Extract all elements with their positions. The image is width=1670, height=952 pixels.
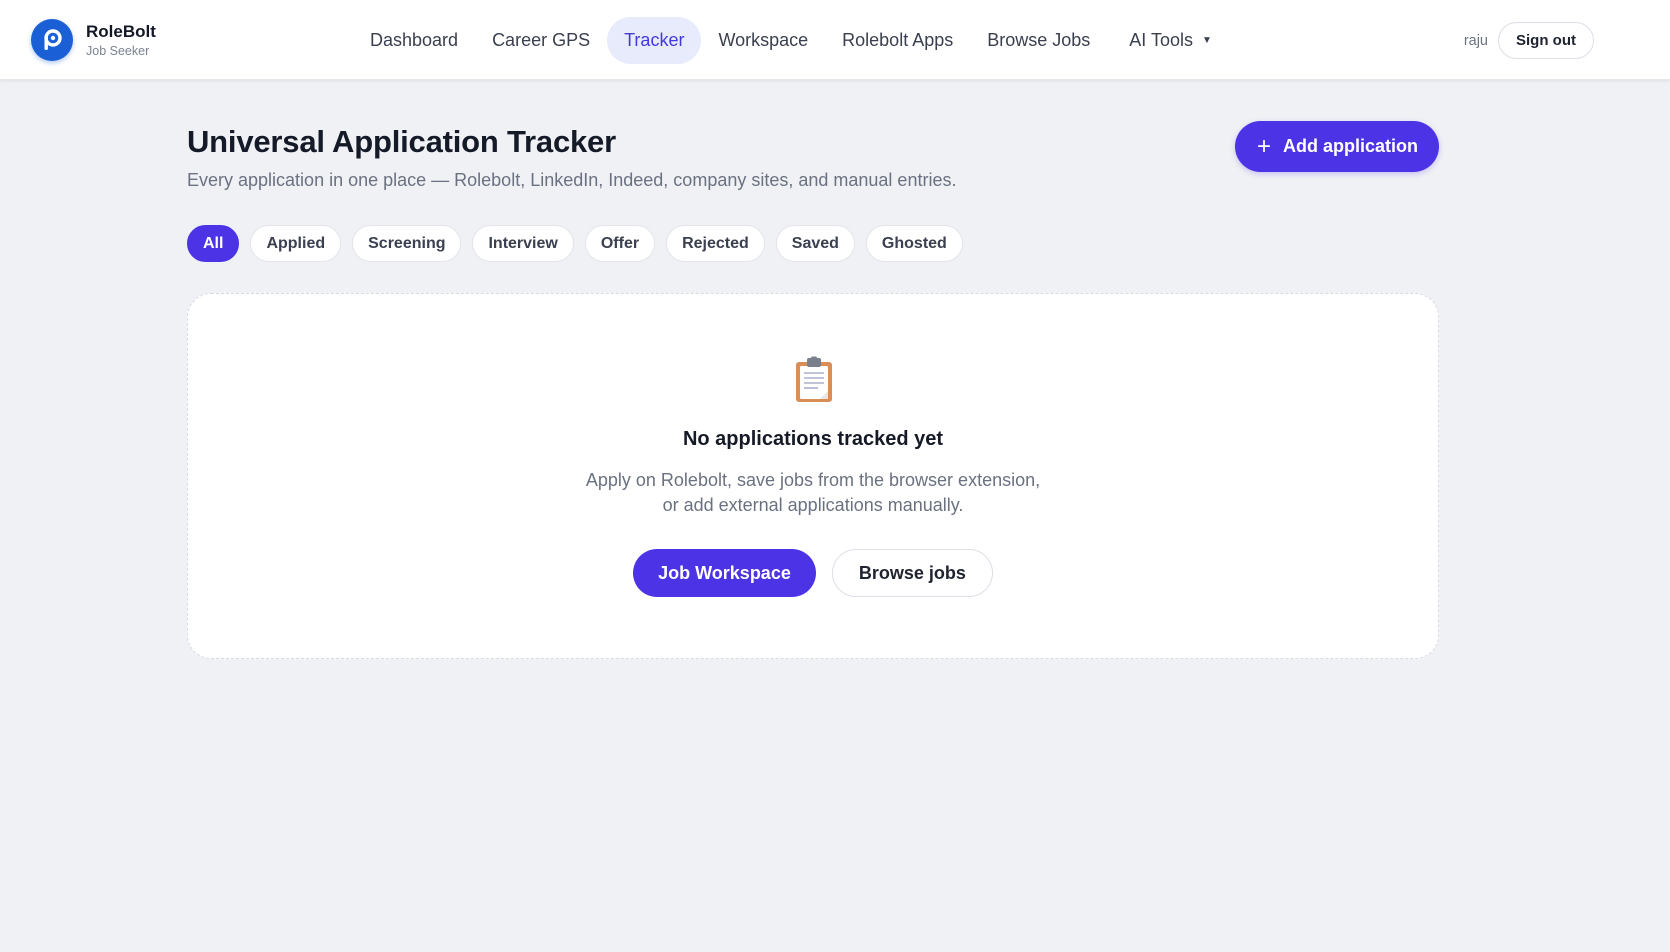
main-nav: Dashboard Career GPS Tracker Workspace R… [353,17,1229,64]
filter-chip-all[interactable]: All [187,225,240,262]
nav-item-ai-tools[interactable]: AI Tools ▼ [1112,17,1229,64]
brand[interactable]: RoleBolt Job Seeker [31,19,156,61]
filter-chip-interview[interactable]: Interview [472,225,574,262]
username: raju [1463,32,1488,49]
nav-item-workspace[interactable]: Workspace [701,17,825,64]
chevron-down-icon: ▼ [1201,35,1212,46]
filter-chip-offer[interactable]: Offer [584,225,656,262]
filter-chip-rejected[interactable]: Rejected [666,225,765,262]
nav-item-tracker[interactable]: Tracker [607,17,702,64]
filter-chip-ghosted[interactable]: Ghosted [865,225,963,262]
job-workspace-button[interactable]: Job Workspace [633,549,816,597]
rolebolt-logo-icon [31,19,73,61]
empty-state-description-line-2: or add external applications manually. [662,495,964,515]
empty-state-actions: Job Workspace Browse jobs [188,549,1438,597]
page-subtitle: Every application in one place — Rolebol… [187,170,957,190]
empty-state-card: No applications tracked yet Apply on Rol… [187,293,1439,659]
status-filter-chips: All Applied Screening Interview Offer Re… [187,225,974,262]
user-box: raju Sign out [1464,22,1594,59]
nav-item-browse-jobs[interactable]: Browse Jobs [970,17,1107,64]
add-application-label: Add application [1283,136,1418,156]
brand-name: RoleBolt [86,21,156,41]
nav-item-rolebolt-apps[interactable]: Rolebolt Apps [825,17,970,64]
filter-chip-screening[interactable]: Screening [352,225,462,262]
sign-out-button[interactable]: Sign out [1498,22,1594,59]
plus-icon: + [1256,132,1271,160]
nav-item-career-gps[interactable]: Career GPS [475,17,607,64]
browse-jobs-button[interactable]: Browse jobs [831,549,993,597]
empty-state-description: Apply on Rolebolt, save jobs from the br… [188,468,1438,518]
page-title: Universal Application Tracker [187,124,616,159]
brand-text: RoleBolt Job Seeker [86,23,156,58]
top-navigation-bar: RoleBolt Job Seeker Dashboard Career GPS… [0,0,1670,80]
filter-chip-saved[interactable]: Saved [775,225,855,262]
empty-state-description-line-1: Apply on Rolebolt, save jobs from the br… [585,470,1041,490]
brand-subtitle: Job Seeker [86,43,150,58]
empty-state-title: No applications tracked yet [682,428,944,450]
nav-item-dashboard[interactable]: Dashboard [353,17,475,64]
clipboard-icon [792,356,836,404]
add-application-button[interactable]: + Add application [1234,121,1439,172]
nav-item-ai-tools-label: AI Tools [1129,30,1193,50]
filter-chip-applied[interactable]: Applied [250,225,342,262]
